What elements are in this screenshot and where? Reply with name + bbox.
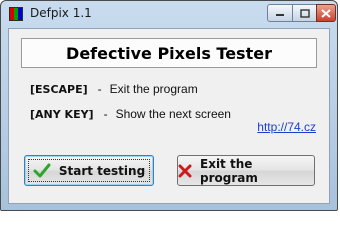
exit-program-label: Exit the program [200,156,258,185]
shortcut-row-escape: [ESCAPE] - Exit the program [30,81,198,97]
app-header-title: Defective Pixels Tester [21,38,317,68]
green-check-icon [33,163,51,179]
close-icon [321,8,331,18]
minimize-icon [276,14,284,16]
title-bar[interactable]: Defpix 1.1 [1,1,337,28]
shortcut-key: [ANY KEY] [30,107,94,121]
shortcut-description: Exit the program [109,82,198,96]
minimize-button[interactable] [267,4,293,22]
maximize-button[interactable] [292,4,317,22]
start-testing-label: Start testing [58,163,146,178]
exit-program-button[interactable]: Exit the program [177,155,315,186]
app-icon[interactable] [9,7,23,21]
window-title: Defpix 1.1 [30,6,92,20]
dialog-content: Defective Pixels Tester [ESCAPE] - Exit … [8,28,330,204]
shortcut-description: Show the next screen [115,107,231,121]
shortcut-key: [ESCAPE] [30,82,88,96]
maximize-icon [299,8,310,18]
start-testing-button[interactable]: Start testing [24,155,154,186]
shortcut-row-any-key: [ANY KEY] - Show the next screen [30,106,231,122]
close-button[interactable] [316,4,336,22]
shortcut-dash: - [97,82,102,96]
red-x-icon [178,164,192,178]
website-link[interactable]: http://74.cz [257,120,316,134]
app-window: Defpix 1.1 Defective Pixels Tester [ESCA… [0,0,338,211]
shortcut-dash: - [103,107,108,121]
